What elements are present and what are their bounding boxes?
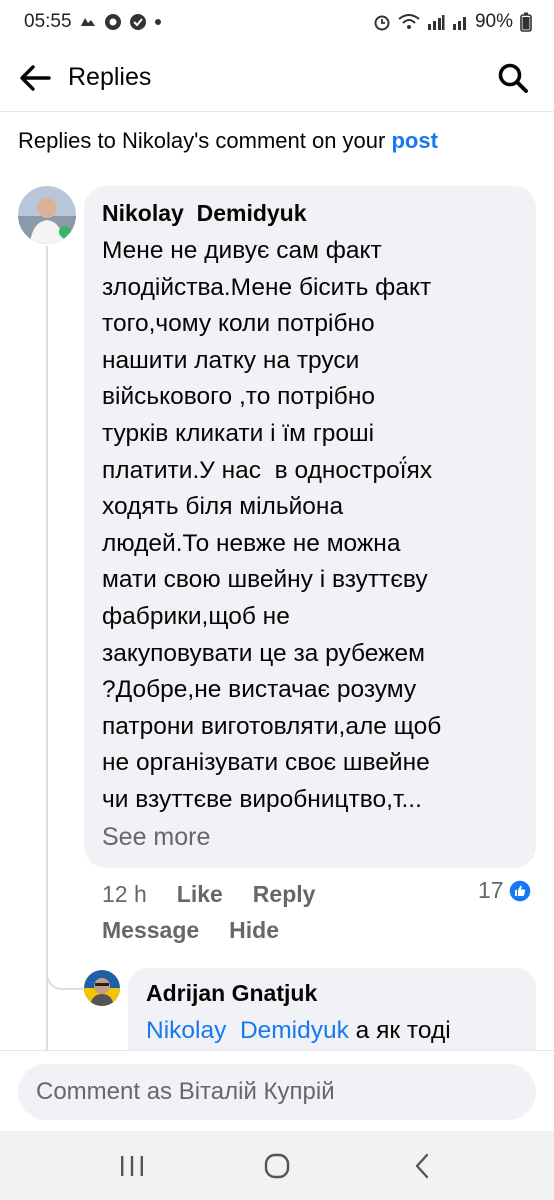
system-nav-bar	[0, 1131, 554, 1200]
wifi-icon	[398, 14, 420, 30]
recents-icon	[121, 1155, 144, 1176]
back-nav-button[interactable]	[392, 1141, 452, 1191]
home-button[interactable]	[247, 1141, 307, 1191]
post-link[interactable]: post	[391, 128, 437, 153]
reply-button[interactable]: Reply	[253, 881, 316, 908]
status-left: 05:55	[24, 11, 162, 33]
like-reaction-icon	[507, 878, 532, 903]
reply-body: а як тоді	[348, 1017, 451, 1044]
app-icon	[129, 13, 147, 31]
search-button[interactable]	[490, 55, 536, 101]
back-button[interactable]	[12, 55, 58, 101]
reply-mention[interactable]: Nikolay Demidyuk	[146, 1017, 349, 1044]
comment-line: не організувати своє швейне	[102, 749, 430, 777]
comment-line: Мене не дивує сам факт	[102, 237, 382, 264]
comment-line: турків кликати і їм гроші	[102, 419, 375, 447]
comment-input[interactable]	[18, 1064, 536, 1120]
reply-text: Nikolay Demidyuk а як тоді	[146, 1017, 518, 1045]
comment-line: патрони виготовляти,але щоб	[102, 712, 442, 740]
hide-button[interactable]: Hide	[229, 917, 279, 944]
chevron-left-icon	[415, 1153, 428, 1178]
comment-line: чи взуттєве виробництво,т...	[102, 785, 422, 813]
comment-line: людей.То невже не можна	[102, 529, 401, 557]
comment-actions: 12 h Like Reply Message Hide	[102, 876, 542, 948]
comment-line: ходять біля мільйона	[102, 493, 344, 521]
recents-button[interactable]	[102, 1141, 162, 1191]
more-dot-icon	[154, 18, 162, 26]
thread-connector	[46, 950, 86, 990]
comment-time: 12 h	[102, 880, 147, 907]
like-button[interactable]: Like	[177, 881, 223, 908]
signal-icon	[427, 14, 445, 30]
reaction-count: 17	[478, 877, 504, 903]
search-icon	[498, 63, 528, 93]
replier-avatar[interactable]	[84, 970, 120, 1006]
reply-author[interactable]: Adrijan Gnatjuk	[146, 980, 518, 1007]
app-header: Replies	[0, 44, 554, 112]
page-title: Replies	[68, 63, 152, 91]
comment-line: військового ,то потрібно	[102, 383, 375, 411]
replies-context: Replies to Nikolay's comment on your pos…	[18, 128, 438, 154]
comment-line: мати свою швейну і взуттєву	[102, 566, 428, 594]
comment-author[interactable]: Nikolay Demidyuk	[102, 200, 518, 227]
context-text: Replies to Nikolay's comment on your	[18, 128, 392, 153]
comment-line: ?Добре,не вистачає розуму	[102, 676, 417, 704]
message-button[interactable]: Message	[102, 917, 199, 944]
see-more-link[interactable]: See more	[102, 819, 518, 855]
alarm-icon	[373, 13, 391, 31]
comment-line: того,чому коли потрібно	[102, 310, 375, 338]
reaction-summary[interactable]: 17	[478, 877, 532, 904]
comment-bubble[interactable]: Nikolay Demidyuk Мене не дивує сам факт …	[84, 186, 536, 868]
status-right: 90%	[373, 11, 532, 33]
status-bar: 05:55 90%	[0, 0, 554, 44]
notification-icon	[79, 14, 97, 30]
comment-text: Мене не дивує сам факт злодійства.Мене б…	[102, 233, 518, 819]
comment-line: злодійства.Мене бісить факт	[102, 273, 432, 301]
back-arrow-icon	[20, 64, 51, 91]
status-time: 05:55	[24, 11, 72, 32]
comment-line: фабрики,щоб не	[102, 602, 290, 630]
battery-level: 90%	[474, 11, 513, 32]
battery-icon	[520, 12, 532, 32]
comment-line: закуповувати це за рубежем	[102, 639, 425, 667]
commenter-avatar[interactable]	[18, 186, 76, 244]
signal-2-icon	[452, 14, 468, 30]
home-icon	[264, 1153, 290, 1178]
thread-line	[46, 246, 48, 1051]
comment-composer	[0, 1050, 554, 1130]
comment-line: нашити латку на труси	[102, 346, 360, 374]
chrome-icon	[104, 13, 122, 31]
comment-line: платити.У нас в однострої́ях	[102, 456, 433, 484]
